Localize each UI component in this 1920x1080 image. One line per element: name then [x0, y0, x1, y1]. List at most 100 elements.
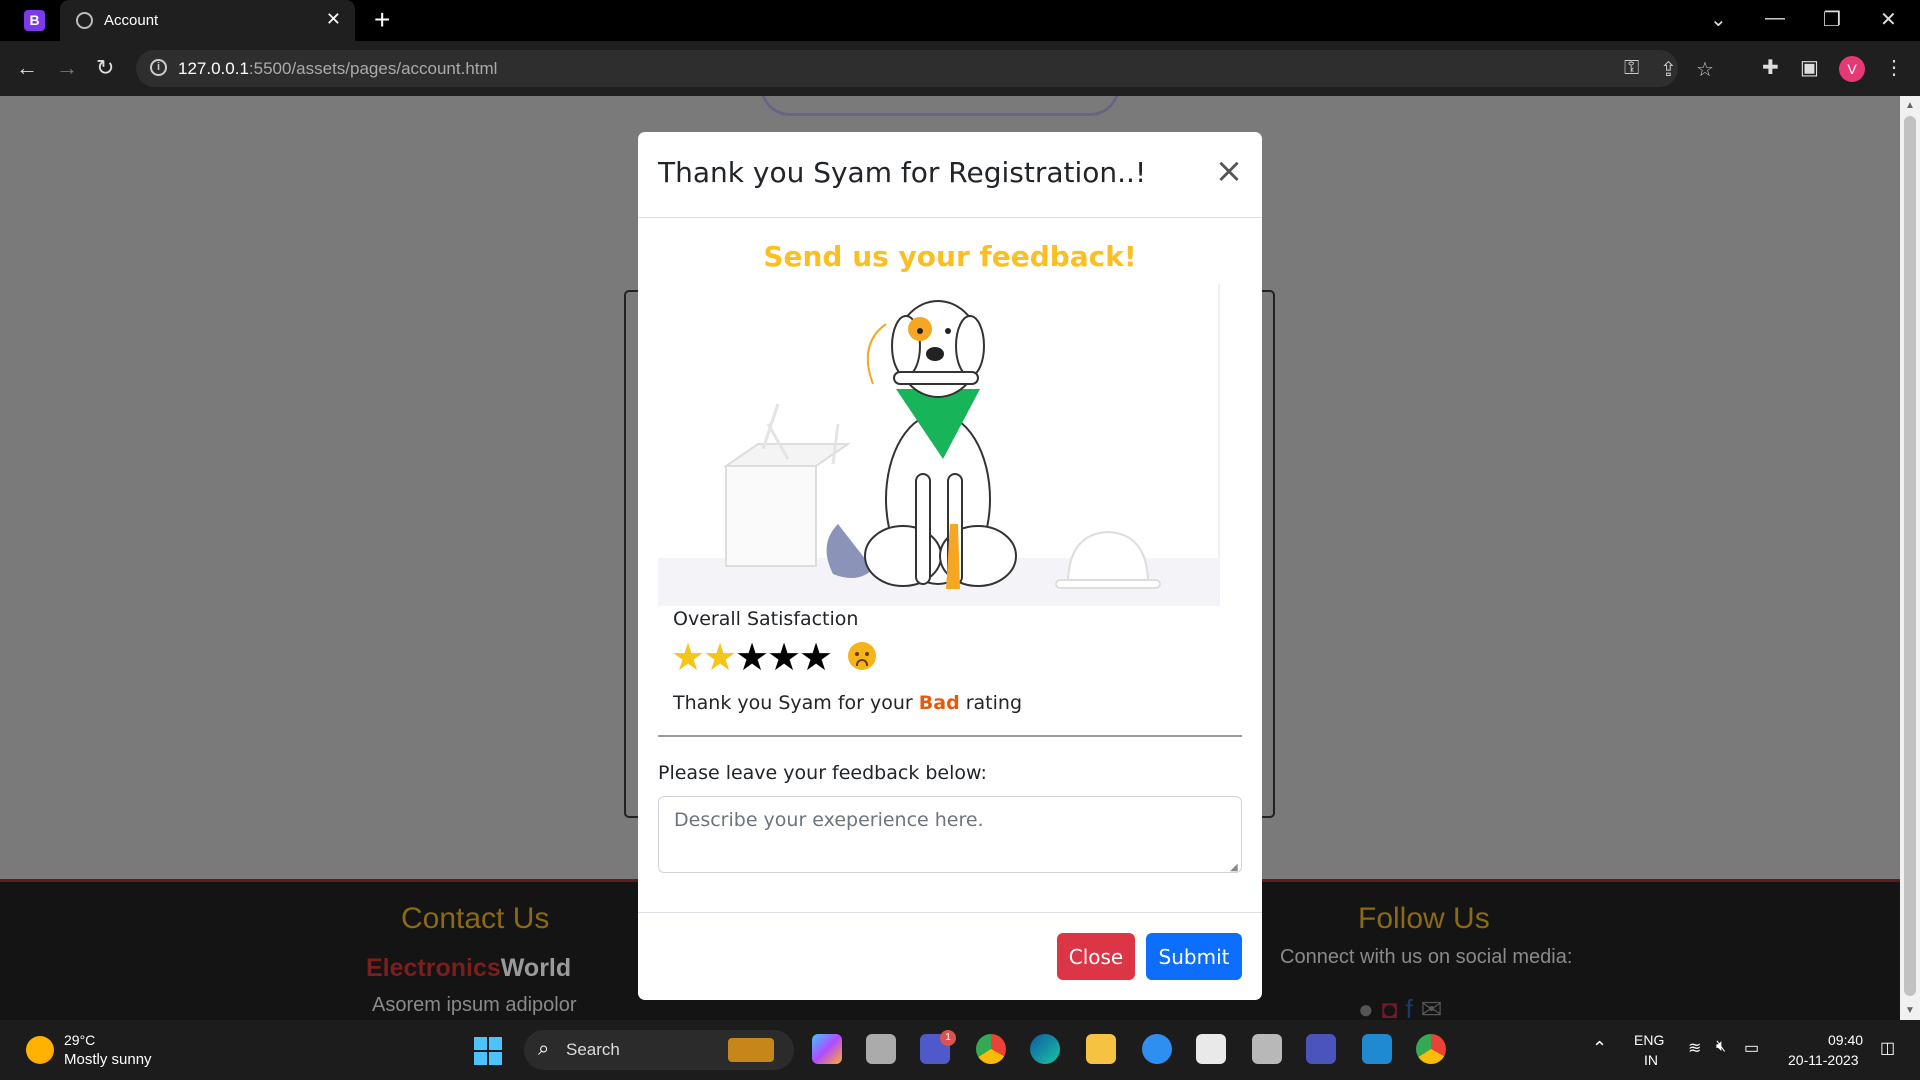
- notepad-app-icon[interactable]: [1252, 1034, 1282, 1064]
- browser-toolbar: ← → ↻ i 127.0.0.1:5500/assets/pages/acco…: [0, 41, 1920, 96]
- tab-search-chevron-icon[interactable]: ⌄: [1710, 7, 1727, 32]
- bootstrap-app-icon: B: [24, 10, 45, 31]
- tab-close-icon[interactable]: ✕: [326, 9, 341, 30]
- close-button[interactable]: Close: [1057, 933, 1135, 980]
- key-icon[interactable]: ⚿: [1624, 57, 1639, 80]
- volume-muted-icon[interactable]: 🔇︎: [1716, 1038, 1726, 1056]
- brand-white: World: [500, 954, 572, 982]
- windows-taskbar: 29°C Mostly sunny ⌕ Search 1 ⌃ ENG IN ≋ …: [0, 1020, 1920, 1080]
- menu-kebab-icon[interactable]: ⋮: [1884, 55, 1904, 80]
- feedback-label: Please leave your feedback below:: [658, 762, 987, 784]
- brand-red: Electronics: [366, 954, 501, 982]
- hard-hat-drawing: [1055, 530, 1161, 589]
- mail-icon[interactable]: ✉: [1421, 994, 1451, 1020]
- taskbar-search[interactable]: ⌕ Search: [524, 1030, 794, 1070]
- help-app-icon[interactable]: [1142, 1034, 1172, 1064]
- rating-word: Bad: [918, 692, 960, 714]
- scroll-up-icon[interactable]: ▲: [1905, 100, 1915, 111]
- modal-title: Thank you Syam for Registration..!: [658, 156, 1147, 189]
- star-rating[interactable]: ★★★★★: [671, 637, 833, 677]
- address-bar[interactable]: i 127.0.0.1:5500/assets/pages/account.ht…: [136, 50, 1714, 87]
- feedback-modal: Thank you Syam for Registration..! × Sen…: [638, 132, 1262, 1000]
- submit-button[interactable]: Submit: [1146, 933, 1242, 980]
- search-icon: ⌕: [538, 1038, 550, 1060]
- facebook-icon[interactable]: f: [1405, 994, 1420, 1020]
- site-info-icon[interactable]: i: [150, 59, 167, 76]
- minimize-button[interactable]: —: [1765, 7, 1785, 30]
- battery-icon[interactable]: ▭: [1744, 1038, 1759, 1058]
- browser-tab-bar: B Account ✕ + ⌄ — ❐ ✕: [0, 0, 1920, 41]
- follow-heading: Follow Us: [1358, 902, 1490, 935]
- file-explorer-icon[interactable]: [1086, 1034, 1116, 1064]
- store-app-icon[interactable]: [1196, 1034, 1226, 1064]
- weather-sun-icon[interactable]: [26, 1036, 54, 1064]
- star-1-icon[interactable]: ★: [671, 637, 705, 677]
- start-windows-icon[interactable]: [474, 1037, 502, 1065]
- language-region[interactable]: IN: [1644, 1052, 1658, 1068]
- browser-tab-account[interactable]: Account ✕: [60, 0, 355, 41]
- search-highlight-icon: [728, 1038, 774, 1062]
- url-text[interactable]: 127.0.0.1:5500/assets/pages/account.html: [178, 59, 497, 79]
- dog-illustration: [658, 284, 1220, 606]
- star-5-icon[interactable]: ★: [799, 637, 833, 677]
- social-icons: ●◘f✉: [1358, 994, 1450, 1020]
- page-scrollbar[interactable]: ▲ ▼: [1900, 96, 1920, 1020]
- globe-icon: [76, 12, 93, 29]
- modal-header: Thank you Syam for Registration..! ×: [638, 132, 1262, 218]
- window-close-button[interactable]: ✕: [1880, 7, 1897, 32]
- footer-lorem-text: Asorem ipsum adipolor: [372, 994, 577, 1016]
- resize-handle-icon[interactable]: ◢: [1230, 862, 1238, 873]
- star-2-icon[interactable]: ★: [703, 637, 737, 677]
- satisfaction-label: Overall Satisfaction: [673, 608, 859, 630]
- extensions-puzzle-icon[interactable]: ✚: [1762, 55, 1779, 80]
- task-view-icon[interactable]: [866, 1034, 896, 1064]
- back-arrow-icon[interactable]: ←: [16, 55, 38, 81]
- star-4-icon[interactable]: ★: [767, 637, 801, 677]
- language-code[interactable]: ENG: [1634, 1032, 1664, 1048]
- vscode-app-icon[interactable]: [1362, 1034, 1392, 1064]
- teams-work-app-icon[interactable]: [1306, 1034, 1336, 1064]
- copilot-app-icon[interactable]: [812, 1034, 842, 1064]
- chrome-profile-app-icon[interactable]: [1416, 1034, 1446, 1064]
- reload-icon[interactable]: ↻: [96, 55, 114, 81]
- weather-description[interactable]: Mostly sunny: [64, 1051, 152, 1068]
- dog-head: [866, 300, 985, 398]
- clock-time[interactable]: 09:40: [1828, 1032, 1863, 1048]
- tab-title: Account: [104, 12, 159, 29]
- weather-temperature[interactable]: 29°C: [64, 1032, 95, 1048]
- url-path: :5500/assets/pages/account.html: [248, 59, 498, 78]
- modal-close-icon[interactable]: ×: [1214, 154, 1244, 188]
- instagram-icon[interactable]: ◘: [1382, 994, 1406, 1020]
- url-host: 127.0.0.1: [178, 59, 249, 78]
- rating-message-prefix: Thank you Syam for your: [673, 692, 913, 714]
- social-text: Connect with us on social media:: [1280, 946, 1573, 968]
- share-icon[interactable]: ⇪: [1660, 57, 1677, 82]
- wifi-icon[interactable]: ≋: [1688, 1038, 1701, 1058]
- teams-notification-badge: 1: [940, 1030, 956, 1046]
- side-panel-icon[interactable]: ▣: [1800, 55, 1819, 80]
- scroll-down-icon[interactable]: ▼: [1905, 1005, 1915, 1016]
- modal-footer: Close Submit: [638, 912, 1262, 1000]
- bookmark-star-icon[interactable]: ☆: [1696, 57, 1714, 82]
- new-tab-button[interactable]: +: [374, 4, 390, 36]
- rating-message-suffix: rating: [965, 692, 1023, 714]
- search-label: Search: [566, 1040, 620, 1059]
- forward-arrow-icon[interactable]: →: [56, 55, 78, 81]
- feedback-heading: Send us your feedback!: [763, 240, 1137, 273]
- feedback-textarea[interactable]: [658, 796, 1242, 873]
- restore-button[interactable]: ❐: [1823, 7, 1841, 32]
- user-icon[interactable]: ●: [1358, 994, 1382, 1020]
- tray-chevron-up-icon[interactable]: ⌃: [1592, 1038, 1607, 1059]
- sad-face-icon: [848, 642, 876, 670]
- scroll-thumb[interactable]: [1904, 116, 1916, 996]
- divider: [658, 735, 1242, 737]
- rating-message: Thank you Syam for your Bad rating: [673, 692, 1022, 714]
- contact-heading: Contact Us: [401, 902, 550, 935]
- background-illustration: [760, 96, 1120, 116]
- profile-avatar[interactable]: V: [1839, 56, 1865, 82]
- chrome-app-icon[interactable]: [976, 1034, 1006, 1064]
- edge-app-icon[interactable]: [1030, 1034, 1060, 1064]
- notification-bell-icon[interactable]: ◫: [1880, 1038, 1895, 1058]
- star-3-icon[interactable]: ★: [735, 637, 769, 677]
- clock-date[interactable]: 20-11-2023: [1788, 1052, 1859, 1068]
